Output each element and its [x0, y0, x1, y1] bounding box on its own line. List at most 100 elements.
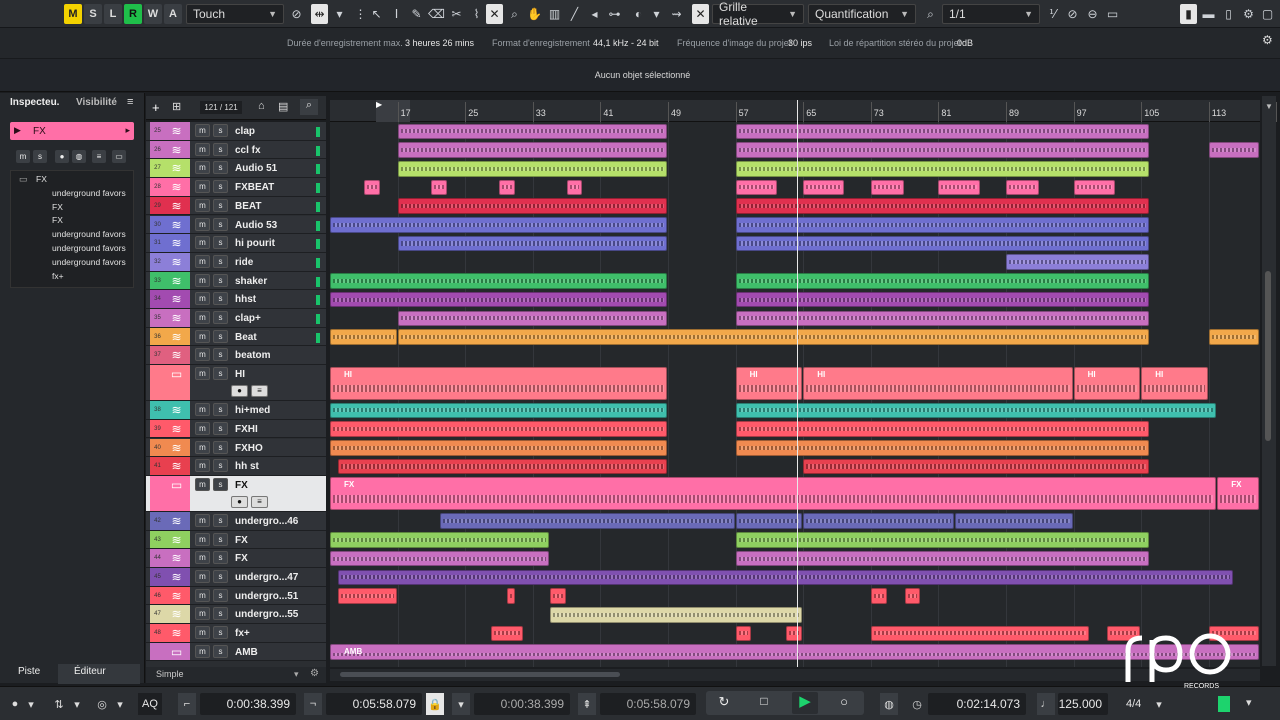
mute-button[interactable]: m: [195, 198, 210, 212]
audio-event[interactable]: [330, 421, 667, 437]
track-name[interactable]: FX: [235, 535, 248, 546]
list-icon[interactable]: ▤: [278, 100, 288, 113]
menu-icon[interactable]: ≡: [127, 96, 133, 108]
track-name[interactable]: HI: [235, 369, 245, 380]
eraser-icon[interactable]: ⌫: [428, 4, 445, 24]
scroll-thumb[interactable]: [340, 672, 620, 677]
right-locator-time[interactable]: 0:05:58.079: [326, 693, 422, 715]
audio-event[interactable]: [397, 235, 667, 252]
audio-event[interactable]: [549, 588, 566, 604]
solo-button[interactable]: s: [213, 254, 228, 268]
solo-button[interactable]: s: [213, 273, 228, 287]
grid-type-select[interactable]: Grille relative ▼: [712, 0, 804, 28]
audio-event[interactable]: [549, 606, 803, 623]
folder-track[interactable]: ▭ m s HI ● ≡: [146, 365, 326, 402]
mute-button[interactable]: m: [195, 607, 210, 621]
left-locator-time[interactable]: 0:00:38.399: [200, 693, 296, 715]
track-name[interactable]: hh st: [235, 461, 259, 472]
track-header[interactable]: 36 ≋ m s Beat: [146, 327, 326, 347]
search-icon[interactable]: ⌕: [922, 4, 939, 24]
audio-event[interactable]: [1208, 142, 1259, 158]
mute-button[interactable]: m: [195, 367, 210, 381]
record-icon[interactable]: ○: [834, 694, 854, 712]
track-header[interactable]: 34 ≋ m s hhst: [146, 290, 326, 309]
track-header[interactable]: 33 ≋ m s shaker: [146, 271, 326, 291]
tree-item[interactable]: FX: [36, 174, 47, 184]
track-header[interactable]: 47 ≋ m s undergro...55: [146, 605, 326, 625]
audio-event[interactable]: [338, 569, 1234, 586]
pointer-icon[interactable]: ↖: [368, 4, 385, 24]
snap-icon[interactable]: ✕: [692, 4, 709, 24]
audio-event[interactable]: [439, 513, 735, 530]
tab-visibility[interactable]: Visibilité: [76, 97, 117, 108]
track-name[interactable]: FXHI: [235, 424, 258, 435]
track-header[interactable]: 45 ≋ m s undergro...47: [146, 568, 326, 587]
audio-event[interactable]: [507, 588, 515, 604]
track-name[interactable]: BEAT: [235, 201, 261, 212]
solo-button[interactable]: s: [213, 217, 228, 231]
track-header[interactable]: 44 ≋ m s FX: [146, 549, 326, 568]
range-select-icon[interactable]: Ⅰ: [388, 4, 405, 24]
auto-scroll-icon[interactable]: ⇝: [668, 4, 685, 24]
track-header[interactable]: 38 ≋ m s hi+med: [146, 401, 326, 420]
glue-icon[interactable]: ⌇: [468, 4, 485, 24]
vertical-scrollbar[interactable]: ▼: [1262, 96, 1276, 666]
audio-event[interactable]: [1208, 329, 1259, 345]
audio-event[interactable]: [330, 291, 667, 308]
audio-event[interactable]: HI: [1073, 366, 1141, 400]
track-header[interactable]: 32 ≋ m s ride: [146, 252, 326, 272]
solo-button[interactable]: s: [213, 180, 228, 194]
audio-event[interactable]: AMB: [330, 644, 1259, 660]
track-preset-icon[interactable]: ⊞: [172, 100, 186, 114]
chevron-down-icon[interactable]: ▾: [68, 693, 86, 715]
punch-in-icon[interactable]: ▾: [452, 693, 470, 715]
mute-button[interactable]: m: [195, 254, 210, 268]
quantize-select[interactable]: Quantification ▼: [808, 4, 916, 24]
audio-event[interactable]: [431, 179, 448, 196]
tree-item[interactable]: fx+: [52, 271, 64, 281]
tree-item[interactable]: FX: [52, 202, 63, 212]
window-icon[interactable]: ▢: [1259, 4, 1276, 24]
chevron-down-icon[interactable]: ▾: [22, 693, 40, 715]
audio-event[interactable]: [803, 513, 955, 530]
monitor-icon[interactable]: ◍: [72, 150, 86, 163]
left-zone-icon[interactable]: ▮: [1180, 4, 1197, 24]
comp-icon[interactable]: ▥: [546, 4, 563, 24]
automation-mode-select[interactable]: Touch ▼: [186, 4, 284, 24]
track-name[interactable]: undergro...51: [235, 591, 298, 602]
window-layout-icon[interactable]: ▭: [1104, 4, 1121, 24]
track-header[interactable]: 40 ≋ m s FXHO: [146, 438, 326, 458]
mute-button[interactable]: m: [195, 273, 210, 287]
track-name[interactable]: clap: [235, 126, 255, 137]
automation-panel-button[interactable]: A: [164, 4, 182, 24]
visibility-preset[interactable]: Simple: [156, 669, 184, 679]
track-header[interactable]: 27 ≋ m s Audio 51: [146, 159, 326, 179]
punch-icon[interactable]: ◎: [93, 693, 111, 715]
audio-event[interactable]: [870, 179, 904, 196]
track-name[interactable]: FXBEAT: [235, 182, 274, 193]
folder-track[interactable]: ▭ m s AMB: [146, 642, 326, 662]
track-header[interactable]: 43 ≋ m s FX: [146, 530, 326, 550]
time-warp-icon[interactable]: ⊶: [606, 4, 623, 24]
mute-button[interactable]: m: [195, 588, 210, 602]
lanes-icon[interactable]: ≡: [251, 495, 268, 508]
chevron-down-icon[interactable]: ▾: [111, 693, 129, 715]
track-header[interactable]: 42 ≋ m s undergro...46: [146, 511, 326, 531]
track-name[interactable]: beatom: [235, 350, 271, 361]
add-track-icon[interactable]: +: [152, 100, 166, 115]
inspector-track-header[interactable]: ▶ FX ▸: [10, 122, 134, 140]
mute-button[interactable]: m: [195, 459, 210, 473]
timeline-ruler[interactable]: ▶ 1725334149576573818997105113121: [330, 100, 1280, 122]
solo-button[interactable]: s: [213, 626, 228, 640]
hand-icon[interactable]: ✋: [526, 4, 543, 24]
audio-event[interactable]: [803, 458, 1149, 475]
quantize-settings-icon[interactable]: ⊘: [1064, 4, 1081, 24]
solo-button[interactable]: s: [213, 570, 228, 583]
track-header[interactable]: 37 ≋ m s beatom: [146, 346, 326, 366]
audio-event[interactable]: [397, 123, 667, 140]
audio-event[interactable]: HI: [1141, 366, 1208, 400]
right-locator-icon[interactable]: ¬: [304, 693, 322, 715]
quantize-value-select[interactable]: 1/1 ▼: [942, 4, 1040, 24]
track-name[interactable]: AMB: [235, 647, 258, 658]
mute-mode-button[interactable]: M: [64, 4, 82, 24]
